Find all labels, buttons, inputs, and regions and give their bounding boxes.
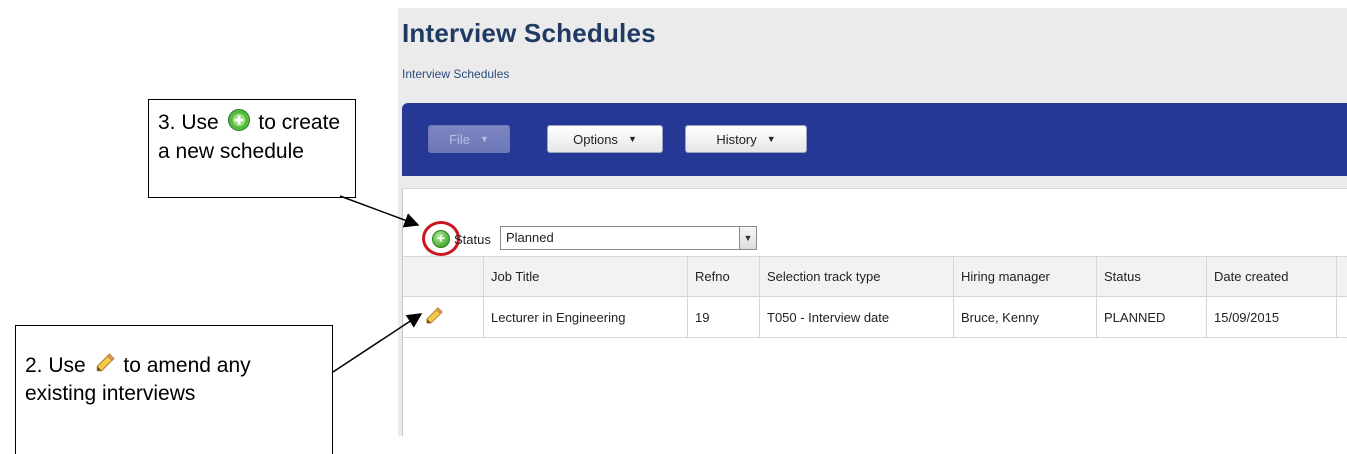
column-header-date-created[interactable]: Date created [1206,257,1336,296]
pencil-icon [94,352,116,381]
status-filter-select[interactable]: Planned ▼ [500,226,757,250]
cell-spacer [1336,297,1347,337]
chevron-down-icon[interactable]: ▼ [739,227,756,249]
breadcrumb[interactable]: Interview Schedules [402,67,509,81]
column-header-selection-track-type[interactable]: Selection track type [759,257,953,296]
toolbar: File ▼ Options ▼ History ▼ [402,103,1347,176]
add-icon [227,108,251,139]
status-filter-label: Status [454,232,491,247]
chevron-down-icon: ▼ [627,134,637,144]
column-header-job-title[interactable]: Job Title [483,257,687,296]
callout-amend-interviews: 2. Use to amend any existing interviews [15,325,333,454]
cell-date-created: 15/09/2015 [1206,297,1336,337]
pencil-icon[interactable] [424,306,444,329]
schedules-table: Job Title Refno Selection track type Hir… [403,256,1347,338]
cell-refno: 19 [687,297,759,337]
options-menu-button[interactable]: Options ▼ [547,125,663,153]
options-menu-label: Options [573,131,618,147]
history-menu-label: History [716,131,757,147]
callout-amend-text-before: 2. Use [25,354,86,378]
column-header-spacer [1336,257,1347,296]
callout-create-schedule: 3. Use to create a new schedule [148,99,356,198]
cell-hiring-manager: Bruce, Kenny [953,297,1096,337]
table-row[interactable]: Lecturer in Engineering 19 T050 - Interv… [403,297,1347,338]
column-header-hiring-manager[interactable]: Hiring manager [953,257,1096,296]
row-actions [403,297,483,337]
cell-job-title: Lecturer in Engineering [483,297,687,337]
add-icon: + [436,230,446,246]
table-header: Job Title Refno Selection track type Hir… [403,256,1347,297]
column-header-status[interactable]: Status [1096,257,1206,296]
callout-create-text-before: 3. Use [158,111,219,135]
page-title: Interview Schedules [402,18,656,48]
status-filter-value: Planned [506,230,554,245]
column-header-refno[interactable]: Refno [687,257,759,296]
add-schedule-button[interactable]: + [432,230,450,248]
file-menu-button[interactable]: File ▼ [428,125,510,153]
chevron-down-icon: ▼ [766,134,776,144]
content-area: + Status Planned ▼ Job Title Refno Selec… [402,188,1347,436]
cell-selection-track-type: T050 - Interview date [759,297,953,337]
interview-schedules-app: Interview Schedules Interview Schedules … [398,8,1347,436]
cell-status: PLANNED [1096,297,1206,337]
chevron-down-icon: ▼ [480,134,489,144]
column-header-actions [403,257,483,296]
history-menu-button[interactable]: History ▼ [685,125,807,153]
file-menu-label: File [449,131,471,147]
